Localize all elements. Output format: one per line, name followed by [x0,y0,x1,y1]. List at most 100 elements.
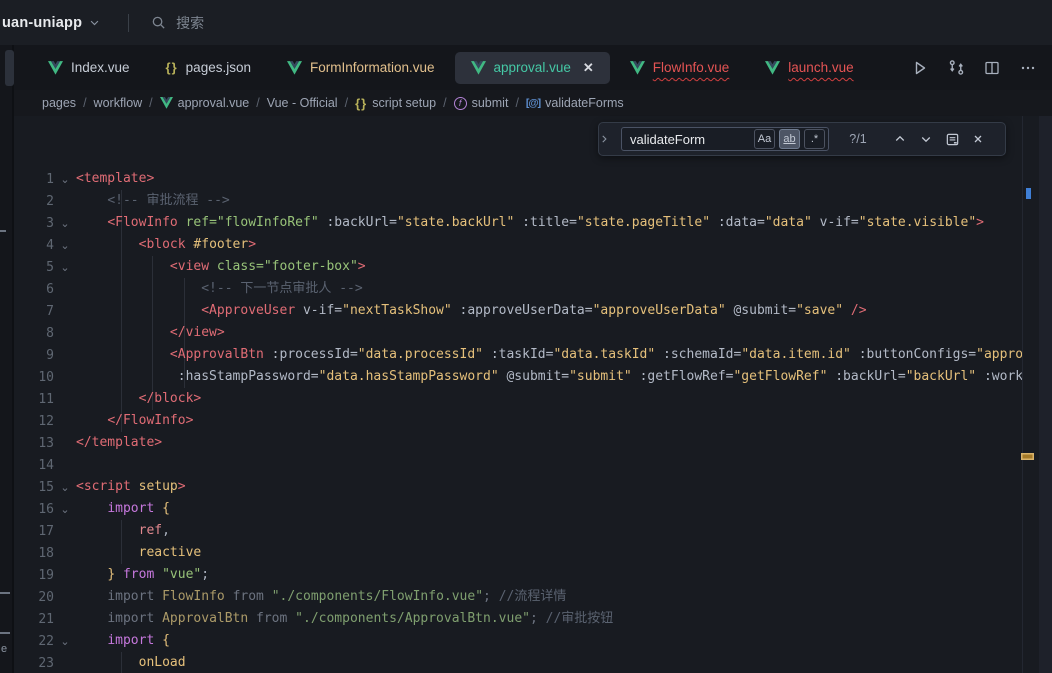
code-line[interactable]: 17 ref, [0,520,1024,542]
tab-forminformation-vue[interactable]: FormInformation.vue [271,52,451,84]
editor-pane: validateForm Aa ab .* ?/1 [0,116,1052,673]
breadcrumb-item-script-setup[interactable]: {} script setup [355,96,436,111]
whole-word-toggle[interactable]: ab [779,129,800,149]
more-actions-button[interactable] [1018,58,1038,78]
regex-toggle[interactable]: .* [804,129,825,149]
more-actions-icon [1020,60,1036,76]
code-line[interactable]: 16⌄ import { [0,498,1024,520]
breadcrumb-item-pages[interactable]: pages [42,96,76,110]
code-text: reactive [76,542,201,564]
tab-approval-vue[interactable]: approval.vue ✕ [455,52,610,84]
function-icon: f [454,97,467,110]
breadcrumb-separator: / [256,96,259,110]
split-editor-button[interactable] [982,58,1002,78]
tab-pages-json[interactable]: {}pages.json [150,52,267,84]
sidebar-edge-mark [0,632,10,634]
tab-flowinfo-vue[interactable]: FlowInfo.vue [614,52,746,84]
sidebar-edge-mark [0,230,6,232]
code-line[interactable]: 6 <!-- 下一节点审批人 --> [0,278,1024,300]
code-line[interactable]: 3⌄ <FlowInfo ref="flowInfoRef" :backUrl=… [0,212,1024,234]
breadcrumb-separator: / [149,96,152,110]
code-line[interactable]: 23 onLoad [0,652,1024,673]
breadcrumb-separator: / [345,96,348,110]
project-name: uan-uniapp [2,15,82,31]
tab-label: pages.json [186,60,251,75]
find-query: validateForm [622,132,705,147]
code-text: <FlowInfo ref="flowInfoRef" :backUrl="st… [76,212,984,234]
tab-label: FormInformation.vue [310,60,435,75]
vue-icon [287,61,302,75]
find-in-selection-button[interactable] [939,127,965,151]
close-icon[interactable]: ✕ [583,60,594,76]
code-line[interactable]: 11 </block> [0,388,1024,410]
code-line[interactable]: 10 :hasStampPassword="data.hasStampPassw… [0,366,1024,388]
code-line[interactable]: 1⌄<template> [0,168,1024,190]
code-text: import { [76,630,170,652]
code-line[interactable]: 5⌄ <view class="footer-box"> [0,256,1024,278]
find-next-button[interactable] [913,127,939,151]
code-line[interactable]: 12 </FlowInfo> [0,410,1024,432]
code-line[interactable]: 15⌄<script setup> [0,476,1024,498]
tab-label: Index.vue [71,60,130,75]
git-compare-icon [948,59,965,76]
chevron-down-icon [89,17,100,28]
tab-label: approval.vue [494,60,571,75]
breadcrumb-separator: / [515,96,518,110]
code-line[interactable]: 4⌄ <block #footer> [0,234,1024,256]
scrollbar[interactable] [1039,116,1052,673]
code-text: import ApprovalBtn from "./components/Ap… [76,608,613,630]
code-line[interactable]: 14 [0,454,1024,476]
vue-icon [160,97,173,109]
find-close-button[interactable] [965,127,991,151]
vue-icon [471,61,486,75]
breadcrumb-item-vue-official[interactable]: Vue - Official [267,96,338,110]
match-case-toggle[interactable]: Aa [754,129,775,149]
code-line[interactable]: 20 import FlowInfo from "./components/Fl… [0,586,1024,608]
vue-icon [765,61,780,75]
ide-window: uan-uniapp 搜索 Index.vue{}pages.jsonFormI… [0,0,1052,673]
tab-launch-vue[interactable]: launch.vue [749,52,869,84]
breadcrumb-item-approval-vue[interactable]: approval.vue [160,96,250,110]
breadcrumb-label: script setup [372,96,436,110]
code-text: <ApprovalBtn :processId="data.processId"… [76,344,1023,366]
breadcrumb-item-submit[interactable]: fsubmit [454,96,509,110]
fold-chevron-icon[interactable]: ⌄ [54,217,76,230]
breadcrumb-item-validateforms[interactable]: [@]validateForms [526,96,624,110]
code-line[interactable]: 22⌄ import { [0,630,1024,652]
breadcrumb-label: workflow [94,96,143,110]
fold-chevron-icon[interactable]: ⌄ [54,635,76,648]
code-line[interactable]: 8 </view> [0,322,1024,344]
vue-icon [48,61,63,75]
find-result-count: ?/1 [829,132,887,146]
find-input[interactable]: validateForm Aa ab .* [621,127,829,151]
code-area[interactable]: 1⌄<template>2 <!-- 审批流程 -->3⌄ <FlowInfo … [0,168,1024,673]
code-line[interactable]: 9 <ApprovalBtn :processId="data.processI… [0,344,1024,366]
code-line[interactable]: 19 } from "vue"; [0,564,1024,586]
fold-chevron-icon[interactable]: ⌄ [54,239,76,252]
fold-chevron-icon[interactable]: ⌄ [54,503,76,516]
fold-chevron-icon[interactable]: ⌄ [54,481,76,494]
fold-chevron-icon[interactable]: ⌄ [54,261,76,274]
project-selector[interactable]: uan-uniapp [0,15,100,31]
breadcrumb-label: submit [472,96,509,110]
find-expand-chevron-icon[interactable] [599,134,621,144]
code-text: </template> [76,432,162,454]
breadcrumb-item-workflow[interactable]: workflow [94,96,143,110]
code-line[interactable]: 13</template> [0,432,1024,454]
braces-icon: {} [355,96,367,111]
git-compare-button[interactable] [946,58,966,78]
code-line[interactable]: 7 <ApproveUser v-if="nextTaskShow" :appr… [0,300,1024,322]
breadcrumb-separator: / [83,96,86,110]
code-line[interactable]: 2 <!-- 审批流程 --> [0,190,1024,212]
tab-index-vue[interactable]: Index.vue [32,52,146,84]
sidebar-edge-mark [0,592,10,594]
sidebar-edge-text: e [1,643,7,655]
code-text: import FlowInfo from "./components/FlowI… [76,586,566,608]
fold-chevron-icon[interactable]: ⌄ [54,173,76,186]
global-search[interactable]: 搜索 [151,13,204,33]
code-line[interactable]: 21 import ApprovalBtn from "./components… [0,608,1024,630]
titlebar: uan-uniapp 搜索 [0,0,1052,45]
run-button[interactable] [910,58,930,78]
find-previous-button[interactable] [887,127,913,151]
code-line[interactable]: 18 reactive [0,542,1024,564]
